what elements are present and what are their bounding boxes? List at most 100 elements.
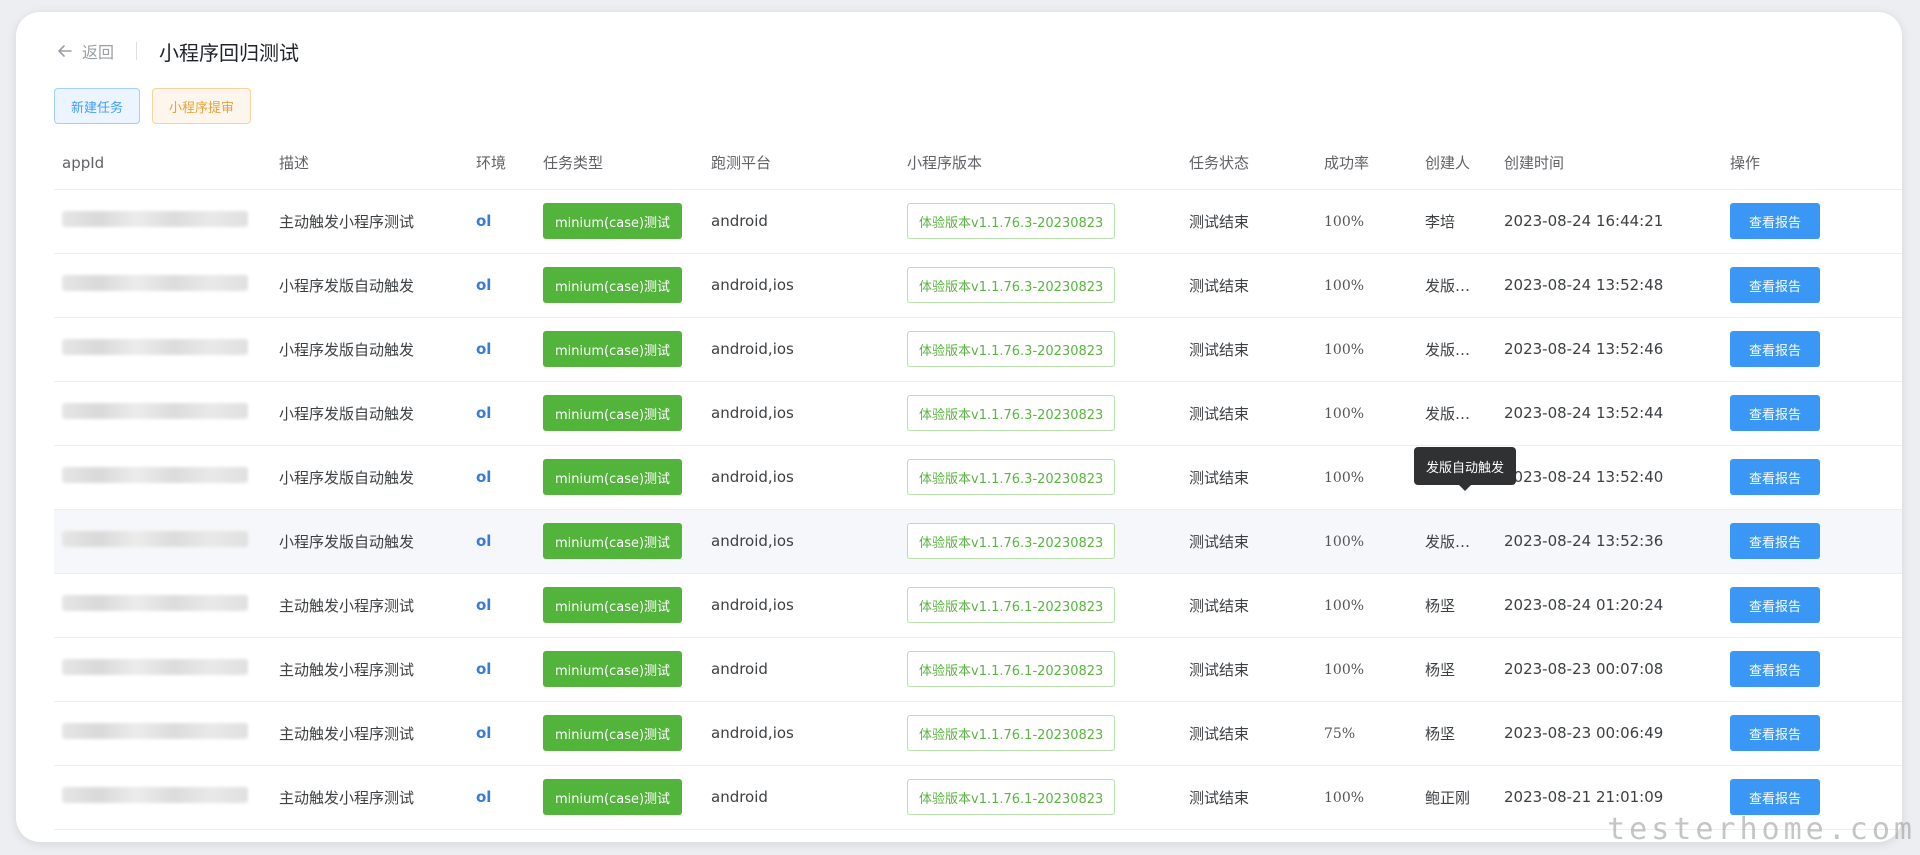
- version-tag: 体验版本v1.1.76.1-20230823: [907, 715, 1116, 751]
- arrow-left-icon: [58, 45, 72, 57]
- view-report-button[interactable]: 查看报告: [1730, 395, 1820, 431]
- table-row[interactable]: 小程序发版自动触发 ol minium(case)测试 android,ios 体验版本…: [54, 381, 1902, 446]
- version-cell: 体验版本v1.1.76.3-20230823: [907, 189, 1189, 254]
- column-header: 任务类型: [543, 137, 711, 190]
- env-value: ol: [476, 340, 492, 358]
- redacted-appid: [62, 275, 248, 291]
- env-value: ol: [476, 212, 492, 230]
- view-report-button[interactable]: 查看报告: [1730, 203, 1820, 239]
- time-cell: 2023-08-24 13:52:40: [1504, 445, 1730, 510]
- version-tag: 体验版本v1.1.76.3-20230823: [907, 331, 1116, 367]
- desc-cell: 主动触发小程序测试: [279, 701, 476, 766]
- view-report-button[interactable]: 查看报告: [1730, 523, 1820, 559]
- env-cell: ol: [476, 317, 543, 382]
- view-report-button[interactable]: 查看报告: [1730, 779, 1820, 815]
- env-cell: ol: [476, 253, 543, 318]
- creator-cell: 杨坚: [1425, 637, 1504, 702]
- platform-cell: android,ios: [711, 445, 907, 510]
- time-cell: 2023-08-23 00:07:08: [1504, 637, 1730, 702]
- version-cell: 体验版本v1.1.76.3-20230823: [907, 317, 1189, 382]
- table-row[interactable]: 主动触发小程序测试 ol minium(case)测试 android,ios 体验版本…: [54, 701, 1902, 766]
- appid-cell: [54, 317, 279, 382]
- table-row[interactable]: 小程序发版自动触发 ol minium(case)测试 android,ios 体验版本…: [54, 509, 1902, 574]
- env-cell: ol: [476, 765, 543, 830]
- redacted-appid: [62, 467, 248, 483]
- redacted-appid: [62, 403, 248, 419]
- table-row[interactable]: 小程序发版自动触发 ol minium(case)测试 android,ios 体验版本…: [54, 253, 1902, 318]
- action-cell: 查看报告: [1730, 253, 1902, 318]
- action-bar: 新建任务 小程序提审: [54, 88, 252, 124]
- view-report-button[interactable]: 查看报告: [1730, 651, 1820, 687]
- creator-cell: 李培: [1425, 189, 1504, 254]
- task-type-tag: minium(case)测试: [543, 267, 683, 303]
- new-task-button[interactable]: 新建任务: [54, 88, 141, 124]
- desc-cell: 主动触发小程序测试: [279, 189, 476, 254]
- column-header: 成功率: [1324, 137, 1425, 190]
- view-report-button[interactable]: 查看报告: [1730, 267, 1820, 303]
- back-link[interactable]: 返回: [56, 39, 114, 63]
- rate-cell: 100%: [1324, 253, 1425, 318]
- table-row[interactable]: 小程序发版自动触发 ol minium(case)测试 android,ios 体验版本…: [54, 445, 1902, 510]
- task-table: appId 描述 环境 任务类型 跑测平台 小程序版本 任务状态 成功率 创建人 创建时间 操作 主…: [54, 137, 1902, 830]
- status-cell: 测试结束: [1189, 701, 1324, 766]
- status-cell: 测试结束: [1189, 381, 1324, 446]
- table-row[interactable]: 主动触发小程序测试 ol minium(case)测试 android 体验版本v1.1…: [54, 189, 1902, 254]
- type-cell: minium(case)测试: [543, 509, 711, 574]
- rate-cell: 100%: [1324, 381, 1425, 446]
- table-row[interactable]: 主动触发小程序测试 ol minium(case)测试 android 体验版本v1.1…: [54, 637, 1902, 702]
- env-value: ol: [476, 596, 492, 614]
- table-row[interactable]: 小程序发版自动触发 ol minium(case)测试 android,ios 体验版本…: [54, 317, 1902, 382]
- time-cell: 2023-08-24 13:52:36: [1504, 509, 1730, 574]
- view-report-button[interactable]: 查看报告: [1730, 459, 1820, 495]
- status-cell: 测试结束: [1189, 253, 1324, 318]
- creator-cell: 发版…: [1425, 317, 1504, 382]
- platform-cell: android: [711, 637, 907, 702]
- table-body: 主动触发小程序测试 ol minium(case)测试 android 体验版本v1.1…: [54, 189, 1902, 830]
- version-tag: 体验版本v1.1.76.3-20230823: [907, 523, 1116, 559]
- main-card: 返回 小程序回归测试 新建任务 小程序提审 appId 描述 环境 任务类型 跑测平台小…: [16, 12, 1902, 842]
- status-cell: 测试结束: [1189, 573, 1324, 638]
- submit-review-button[interactable]: 小程序提审: [152, 88, 252, 124]
- version-tag: 体验版本v1.1.76.3-20230823: [907, 395, 1116, 431]
- time-cell: 2023-08-24 13:52:48: [1504, 253, 1730, 318]
- rate-cell: 100%: [1324, 509, 1425, 574]
- column-header: 任务状态: [1189, 137, 1324, 190]
- creator-cell: 发版…: [1425, 509, 1504, 574]
- env-value: ol: [476, 276, 492, 294]
- column-header: 环境: [476, 137, 543, 190]
- creator-cell: 杨坚: [1425, 701, 1504, 766]
- appid-cell: [54, 445, 279, 510]
- success-rate: 100%: [1324, 662, 1365, 678]
- action-cell: 查看报告: [1730, 573, 1902, 638]
- platform-cell: android,ios: [711, 253, 907, 318]
- action-cell: 查看报告: [1730, 701, 1902, 766]
- version-tag: 体验版本v1.1.76.3-20230823: [907, 459, 1116, 495]
- action-cell: 查看报告: [1730, 445, 1902, 510]
- success-rate: 100%: [1324, 214, 1365, 230]
- version-cell: 体验版本v1.1.76.3-20230823: [907, 509, 1189, 574]
- view-report-button[interactable]: 查看报告: [1730, 587, 1820, 623]
- task-type-tag: minium(case)测试: [543, 459, 683, 495]
- page-title: 小程序回归测试: [159, 40, 300, 65]
- view-report-button[interactable]: 查看报告: [1730, 331, 1820, 367]
- env-value: ol: [476, 532, 492, 550]
- version-cell: 体验版本v1.1.76.3-20230823: [907, 381, 1189, 446]
- column-header: 创建人: [1425, 137, 1504, 190]
- version-tag: 体验版本v1.1.76.1-20230823: [907, 587, 1116, 623]
- column-header: 操作: [1730, 137, 1902, 190]
- platform-cell: android,ios: [711, 317, 907, 382]
- view-report-button[interactable]: 查看报告: [1730, 715, 1820, 751]
- table-row[interactable]: 主动触发小程序测试 ol minium(case)测试 android,ios 体验版本…: [54, 573, 1902, 638]
- status-cell: 测试结束: [1189, 317, 1324, 382]
- action-cell: 查看报告: [1730, 317, 1902, 382]
- creator-cell: 鲍正刚: [1425, 765, 1504, 830]
- task-type-tag: minium(case)测试: [543, 523, 683, 559]
- time-cell: 2023-08-23 00:06:49: [1504, 701, 1730, 766]
- status-cell: 测试结束: [1189, 637, 1324, 702]
- rate-cell: 100%: [1324, 189, 1425, 254]
- version-cell: 体验版本v1.1.76.1-20230823: [907, 573, 1189, 638]
- action-cell: 查看报告: [1730, 637, 1902, 702]
- column-header: appId: [54, 137, 279, 190]
- version-tag: 体验版本v1.1.76.1-20230823: [907, 651, 1116, 687]
- type-cell: minium(case)测试: [543, 701, 711, 766]
